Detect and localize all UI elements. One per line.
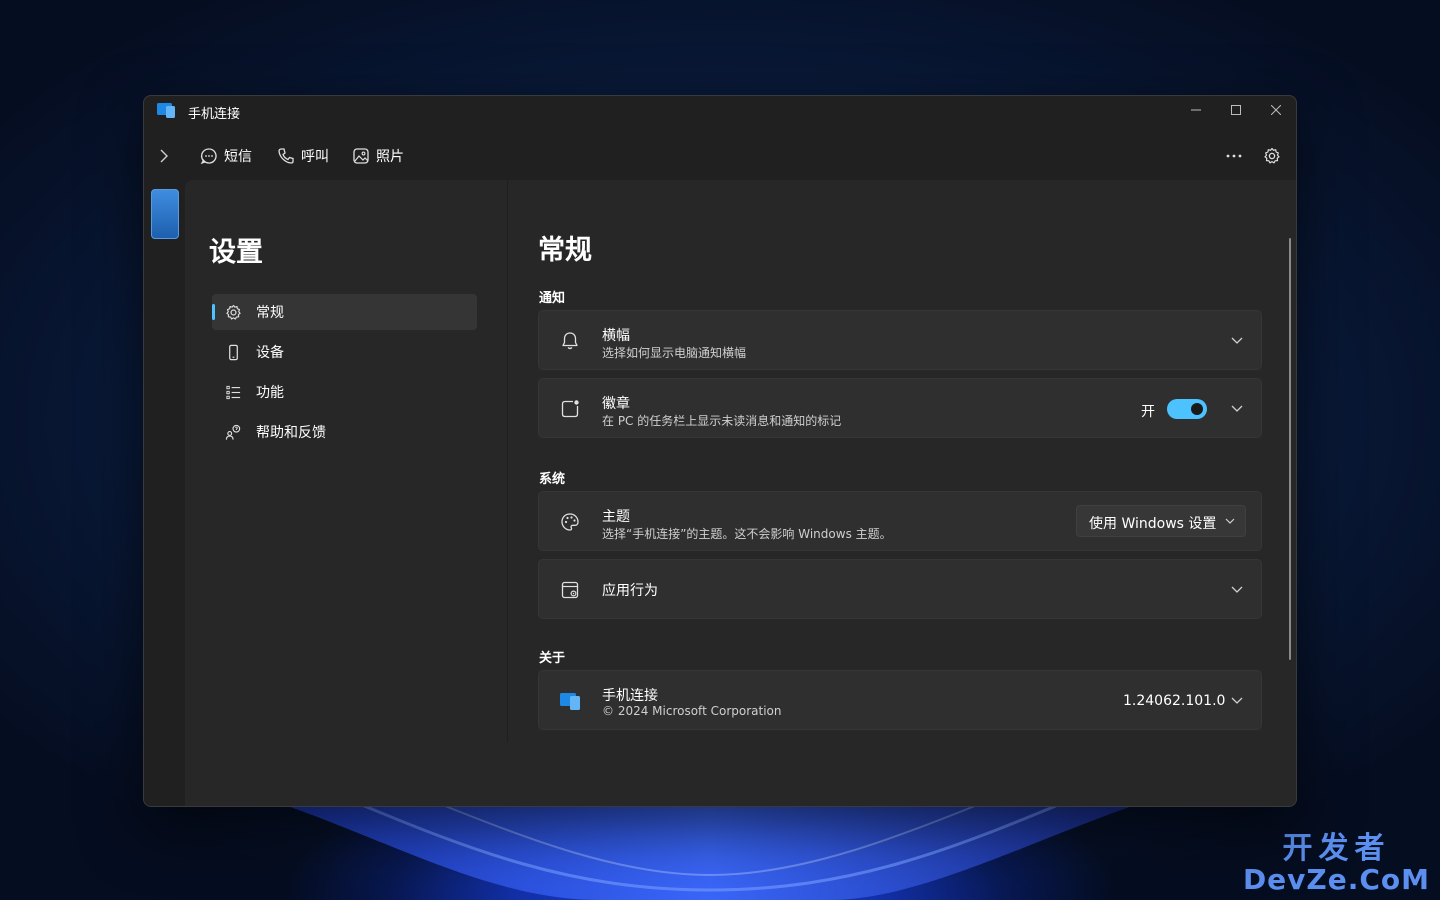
features-list-icon: [224, 383, 242, 401]
theme-card: 主题 选择“手机连接”的主题。这不会影响 Windows 主题。 使用 Wind…: [538, 491, 1262, 551]
badge-subtitle: 在 PC 的任务栏上显示未读消息和通知的标记: [602, 414, 842, 428]
settings-nav: 常规 设备 功能 帮助和反馈: [212, 294, 477, 454]
palette-icon: [559, 511, 581, 533]
help-feedback-icon: [224, 423, 242, 441]
about-card[interactable]: 手机连接 © 2024 Microsoft Corporation 1.2406…: [538, 670, 1262, 730]
badge-toggle-label: 开: [1141, 404, 1155, 420]
settings-main: 常规 通知 横幅 选择如何显示电脑通知横幅 徽章 在 PC 的任务栏上显示未读消…: [538, 180, 1264, 806]
watermark: 开发者 DevZe.CoM: [1243, 834, 1430, 894]
chevron-down-icon[interactable]: [1229, 333, 1245, 349]
nav-item-label: 帮助和反馈: [256, 425, 326, 441]
about-copyright: © 2024 Microsoft Corporation: [602, 704, 782, 718]
gear-icon: [224, 303, 242, 321]
nav-item-features[interactable]: 功能: [212, 374, 477, 410]
app-behavior-title: 应用行为: [602, 583, 658, 599]
chevron-right-icon: [160, 149, 168, 163]
minimize-button[interactable]: [1176, 96, 1216, 124]
section-title-system: 系统: [539, 472, 566, 487]
phone-icon: [278, 148, 294, 164]
nav-item-label: 设备: [256, 345, 284, 361]
tab-calls[interactable]: 呼叫: [277, 145, 329, 167]
message-icon: [200, 148, 217, 165]
nav-item-device[interactable]: 设备: [212, 334, 477, 370]
chevron-down-icon: [1223, 514, 1237, 528]
maximize-button[interactable]: [1216, 96, 1256, 124]
phone-link-app-icon: [559, 690, 581, 712]
chevron-down-icon[interactable]: [1229, 401, 1245, 417]
chevron-down-icon[interactable]: [1229, 582, 1245, 598]
phone-rail: [144, 180, 184, 806]
nav-item-general[interactable]: 常规: [212, 294, 477, 330]
settings-title: 设置: [209, 237, 263, 268]
theme-dropdown[interactable]: 使用 Windows 设置: [1076, 505, 1246, 537]
more-options-button[interactable]: [1222, 144, 1246, 168]
window-title: 手机连接: [188, 107, 241, 122]
tab-messages-label: 短信: [224, 149, 252, 165]
banner-subtitle: 选择如何显示电脑通知横幅: [602, 346, 747, 360]
badge-card[interactable]: 徽章 在 PC 的任务栏上显示未读消息和通知的标记 开: [538, 378, 1262, 438]
phone-link-app-icon: [157, 102, 175, 118]
theme-subtitle: 选择“手机连接”的主题。这不会影响 Windows 主题。: [602, 527, 892, 541]
wallpaper-swirl: [270, 800, 1150, 900]
watermark-en: DevZe.CoM: [1242, 863, 1430, 896]
gear-icon: [1264, 147, 1280, 164]
app-version: 1.24062.101.0: [1123, 693, 1226, 709]
badge-toggle[interactable]: [1167, 399, 1207, 419]
toolbar: 短信 呼叫 照片: [144, 136, 1296, 213]
device-icon: [224, 343, 242, 361]
section-title-notifications: 通知: [539, 291, 566, 306]
title-bar[interactable]: 手机连接: [144, 96, 1296, 126]
app-window: 手机连接 短信 呼叫 照片 设置 常规 设备 功能 帮助和反馈 常规 通知 横幅…: [143, 95, 1297, 807]
photo-icon: [353, 148, 369, 164]
more-icon: [1226, 154, 1242, 158]
close-button[interactable]: [1256, 96, 1296, 124]
scrollbar[interactable]: [1289, 238, 1291, 660]
tab-photos[interactable]: 照片: [352, 145, 404, 167]
chevron-down-icon[interactable]: [1229, 693, 1245, 709]
bell-icon: [559, 330, 581, 352]
badge-title: 徽章: [602, 396, 630, 412]
toggle-knob: [1191, 403, 1203, 415]
app-settings-icon: [559, 579, 581, 601]
about-app-title: 手机连接: [602, 688, 658, 704]
app-behavior-card[interactable]: 应用行为: [538, 559, 1262, 619]
nav-item-help-feedback[interactable]: 帮助和反馈: [212, 414, 477, 450]
nav-item-label: 功能: [256, 385, 284, 401]
tab-messages[interactable]: 短信: [200, 145, 252, 167]
banner-card[interactable]: 横幅 选择如何显示电脑通知横幅: [538, 310, 1262, 370]
tab-calls-label: 呼叫: [301, 149, 329, 165]
theme-dropdown-value: 使用 Windows 设置: [1089, 516, 1217, 532]
tab-photos-label: 照片: [376, 149, 404, 165]
pane-divider: [507, 180, 508, 742]
theme-title: 主题: [602, 509, 630, 525]
page-title: 常规: [538, 235, 592, 266]
section-title-about: 关于: [539, 651, 566, 666]
nav-item-label: 常规: [256, 305, 284, 321]
settings-button[interactable]: [1260, 144, 1284, 168]
banner-title: 横幅: [602, 328, 630, 344]
phone-thumbnail[interactable]: [151, 189, 179, 239]
settings-content: 设置 常规 设备 功能 帮助和反馈 常规 通知 横幅 选择如何显示电脑通知横幅 …: [185, 180, 1296, 806]
watermark-cn: 开发者: [1282, 831, 1391, 866]
expand-button[interactable]: [152, 144, 176, 168]
badge-icon: [559, 398, 581, 420]
